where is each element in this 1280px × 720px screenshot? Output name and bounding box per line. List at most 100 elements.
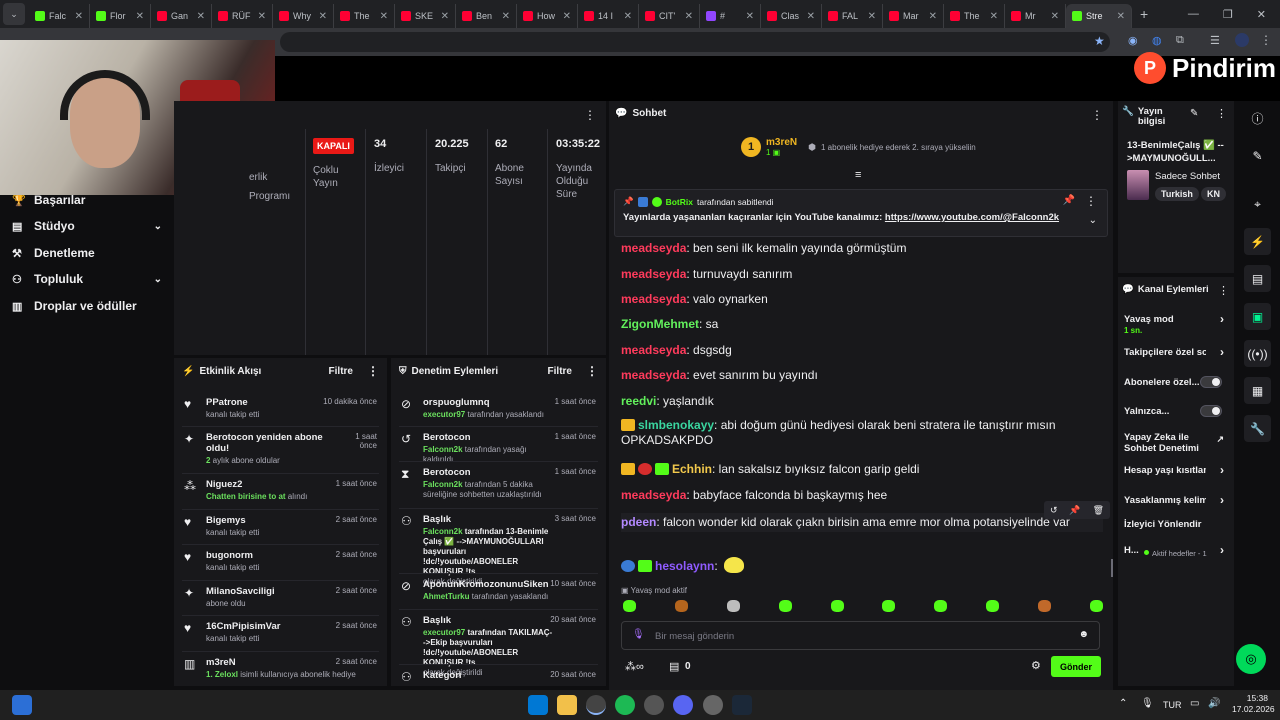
chat-username[interactable]: pdeen: [621, 515, 656, 529]
browser-tab[interactable]: Falc ✕: [29, 4, 90, 28]
nav-item-stüdyo[interactable]: ▤ Stüdyo ⌄: [12, 219, 162, 233]
chat-username[interactable]: meadseyda: [621, 241, 686, 255]
activity-item[interactable]: ♥ Bigemys kanalı takip etti 2 saat önce: [174, 515, 387, 537]
moderation-item[interactable]: ⊘ orspuoglumnq executor97 tarafından yasak…: [391, 397, 606, 420]
chat-message[interactable]: meadseyda: valo oynarken: [621, 292, 1101, 307]
emote-icon[interactable]: [778, 600, 792, 612]
close-tab-icon[interactable]: ✕: [319, 11, 327, 22]
chat-message[interactable]: ZigonMehmet: sa: [621, 317, 1101, 332]
moderation-item[interactable]: ⧗ Berotocon Falconn2k tarafından 5 dakika …: [391, 467, 606, 500]
activity-item[interactable]: ⁂ Niguez2 Chatten birisine to at alındı 1 s…: [174, 479, 387, 501]
nav-item-denetleme[interactable]: ⚒ Denetleme: [12, 246, 162, 260]
chat-username[interactable]: meadseyda: [621, 292, 686, 306]
help-fab[interactable]: ◎: [1236, 644, 1266, 674]
pin-message-icon[interactable]: 📌: [1069, 505, 1080, 516]
browser-tab[interactable]: FAL ✕: [822, 4, 883, 28]
close-tab-icon[interactable]: ✕: [929, 11, 937, 22]
close-tab-icon[interactable]: ✕: [75, 11, 83, 22]
clock[interactable]: 15:38 17.02.2026: [1232, 693, 1275, 715]
moderation-item[interactable]: ⚇ Başlık executor97 tarafından TAKILMAÇ-->…: [391, 615, 606, 678]
pinned-link[interactable]: https://www.youtube.com/@Falconn2k: [885, 212, 1059, 223]
chat-message[interactable]: reedvi: yaşlandık: [621, 394, 1101, 409]
layout-icon[interactable]: ▦: [1244, 377, 1271, 404]
browser-tab[interactable]: Why ✕: [273, 4, 334, 28]
chat-message[interactable]: Echhin: lan sakalsız bıyıksız falcon gar…: [621, 462, 1101, 477]
top-gifter[interactable]: 1 m3reN 1 ▣ ⬢ 1 abonelik hediye ederek 2…: [741, 137, 976, 157]
close-tab-icon[interactable]: ✕: [868, 11, 876, 22]
emoji-icon[interactable]: ☻: [1078, 629, 1089, 640]
browser-tab[interactable]: 14 I ✕: [578, 4, 639, 28]
browser-tab[interactable]: Stre ✕: [1066, 4, 1132, 28]
delete-icon[interactable]: 🗑: [1093, 505, 1104, 516]
emote-icon[interactable]: [1089, 600, 1103, 612]
file-explorer-icon[interactable]: [557, 695, 577, 715]
tag-turkish[interactable]: Turkish: [1155, 187, 1199, 201]
extension-icon[interactable]: ◍: [1152, 34, 1162, 47]
chat-message[interactable]: meadseyda: evet sanırım bu yayındı: [621, 368, 1101, 383]
network-icon[interactable]: ▭: [1190, 698, 1199, 709]
url-field[interactable]: [280, 32, 1110, 52]
chat-message[interactable]: slmbenokayy: abi doğum günü hediyesi ola…: [621, 418, 1101, 448]
menu-icon[interactable]: ⋮: [1260, 33, 1272, 47]
chat-message[interactable]: pdeen: falcon wonder kid olarak çıakn bi…: [621, 513, 1103, 532]
chat-username[interactable]: reedvi: [621, 394, 656, 408]
chat-username[interactable]: meadseyda: [621, 488, 686, 502]
activity-item[interactable]: ♥ PPatrone kanalı takip etti 10 dakika önce: [174, 397, 387, 419]
close-window-button[interactable]: ✕: [1257, 8, 1266, 21]
emote-icon[interactable]: [726, 600, 740, 612]
broadcast-icon[interactable]: ((•)): [1244, 340, 1271, 367]
chat-scrollbar[interactable]: [1111, 559, 1113, 577]
puzzle-icon[interactable]: ⧉: [1176, 34, 1184, 47]
emote-icon[interactable]: [934, 600, 948, 612]
close-tab-icon[interactable]: ✕: [441, 11, 449, 22]
media-icon[interactable]: ☰: [1210, 34, 1220, 47]
chat-username[interactable]: meadseyda: [621, 267, 686, 281]
browser-tab[interactable]: Flor ✕: [90, 4, 151, 28]
tag-kn[interactable]: KN: [1201, 187, 1226, 201]
pencil-icon[interactable]: ✎: [1244, 142, 1271, 169]
channel-action-item[interactable]: Yasaklanmış kelime ›: [1124, 494, 1228, 506]
browser-tab[interactable]: How ✕: [517, 4, 578, 28]
widgets-icon[interactable]: [12, 695, 32, 715]
language-indicator[interactable]: TUR: [1163, 700, 1182, 710]
nav-item-topluluk[interactable]: ⚇ Topluluk ⌄: [12, 272, 162, 286]
chat-settings-icon[interactable]: ⚙: [1031, 659, 1041, 672]
microphone-icon[interactable]: 🎙: [632, 629, 645, 640]
chat-message[interactable]: meadseyda: ben seni ilk kemalin yayında …: [621, 241, 1101, 256]
emote-icon[interactable]: [674, 600, 688, 612]
close-tab-icon[interactable]: ✕: [746, 11, 754, 22]
minimize-button[interactable]: —: [1188, 8, 1199, 21]
new-tab-button[interactable]: +: [1140, 6, 1148, 22]
browser-tab[interactable]: Mr ✕: [1005, 4, 1066, 28]
activity-menu-icon[interactable]: ⋮: [367, 364, 379, 378]
emote-icon[interactable]: [830, 600, 844, 612]
obs-icon[interactable]: [703, 695, 723, 715]
emote-icon[interactable]: [882, 600, 896, 612]
lightning-icon[interactable]: ⚡: [1244, 228, 1271, 255]
unpin-icon[interactable]: 📌: [1063, 195, 1075, 206]
collapse-icon[interactable]: ≡: [855, 169, 861, 181]
focus-icon[interactable]: ⌖: [1244, 191, 1271, 218]
chat-username[interactable]: meadseyda: [621, 368, 686, 382]
close-tab-icon[interactable]: ✕: [1117, 11, 1125, 22]
toggle-switch[interactable]: [1200, 405, 1222, 417]
close-tab-icon[interactable]: ✕: [685, 11, 693, 22]
chevron-down-icon[interactable]: ⌄: [1089, 215, 1097, 226]
browser-tab[interactable]: Gan ✕: [151, 4, 212, 28]
moderation-item[interactable]: ⊘ AponunKromozonunuSiken AhmetTurku tarafı…: [391, 579, 606, 602]
close-tab-icon[interactable]: ✕: [563, 11, 571, 22]
channel-action-item[interactable]: Yalnızca...: [1124, 405, 1228, 417]
users-icon[interactable]: ⁂∞: [625, 660, 644, 673]
chat-username[interactable]: Echhin: [672, 462, 712, 476]
chat-input[interactable]: 🎙 Bir mesaj gönderin ☻: [621, 621, 1100, 650]
close-tab-icon[interactable]: ✕: [1051, 11, 1059, 22]
pinned-menu-icon[interactable]: ⋮: [1085, 194, 1097, 208]
tab-search-button[interactable]: ⌄: [3, 3, 25, 25]
nav-item-başarılar[interactable]: 🏆 Başarılar: [12, 193, 162, 207]
wrench-icon[interactable]: 🔧: [1244, 415, 1271, 442]
close-tab-icon[interactable]: ✕: [136, 11, 144, 22]
spotify-icon[interactable]: [615, 695, 635, 715]
steam-icon[interactable]: [732, 695, 752, 715]
moderation-menu-icon[interactable]: ⋮: [586, 364, 598, 378]
maximize-button[interactable]: ❐: [1223, 8, 1233, 21]
